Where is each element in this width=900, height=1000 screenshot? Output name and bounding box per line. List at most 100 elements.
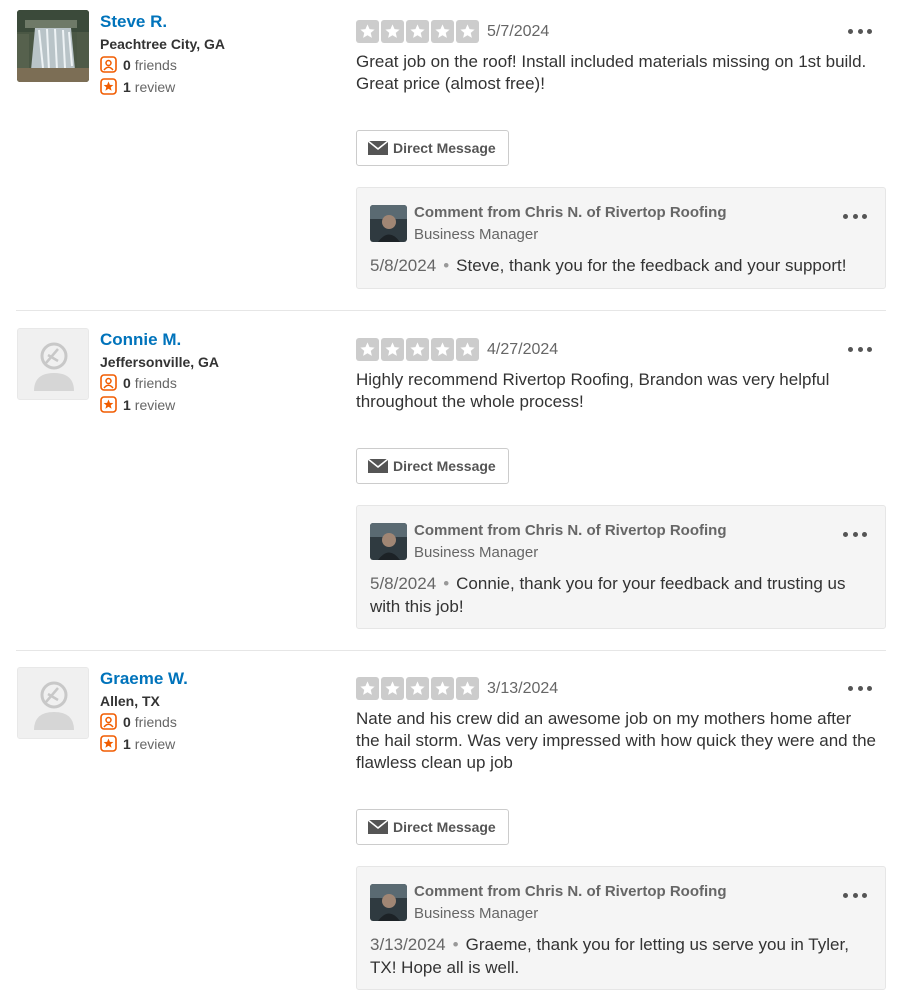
user-location: Peachtree City, GA: [100, 36, 226, 52]
friends-icon: [100, 374, 117, 391]
reviews-stat: 1 review: [100, 78, 175, 95]
comment-date: 5/8/2024: [370, 256, 437, 275]
review-star-icon: [100, 396, 117, 413]
reviews-label: review: [134, 78, 176, 95]
star-icon: [356, 338, 379, 361]
business-owner-avatar[interactable]: [370, 884, 407, 921]
review-date: 3/13/2024: [487, 680, 559, 697]
direct-message-label: Direct Message: [393, 458, 496, 474]
direct-message-button[interactable]: Direct Message: [356, 130, 509, 166]
business-comment: Comment from Chris N. of Rivertop Roofin…: [356, 866, 886, 990]
friends-icon: [100, 56, 117, 73]
direct-message-button[interactable]: Direct Message: [356, 448, 509, 484]
dot-separator: •: [443, 574, 450, 593]
reviews-count: 1: [123, 735, 131, 752]
comment-role: Business Manager: [414, 226, 539, 243]
comment-date: 5/8/2024: [370, 574, 437, 593]
review-star-icon: [100, 735, 117, 752]
star-icon: [456, 20, 479, 43]
friends-stat: 0 friends: [100, 56, 177, 73]
star-icon: [381, 338, 404, 361]
comment-role: Business Manager: [414, 905, 539, 922]
review-text: Nate and his crew did an awesome job on …: [356, 709, 876, 772]
reviews-count: 1: [123, 396, 131, 413]
review-star-icon: [100, 78, 117, 95]
star-icon: [381, 677, 404, 700]
user-location: Jeffersonville, GA: [100, 354, 220, 370]
more-options-icon[interactable]: [843, 527, 867, 541]
comment-body: 5/8/2024 • Steve, thank you for the feedba…: [370, 254, 870, 277]
review-text: Great job on the roof! Install included …: [356, 52, 867, 93]
business-comment: Comment from Chris N. of Rivertop Roofin…: [356, 505, 886, 629]
comment-role: Business Manager: [414, 544, 539, 561]
review-divider: [16, 310, 886, 311]
envelope-icon: [368, 141, 388, 155]
star-rating: [356, 338, 479, 361]
more-options-icon[interactable]: [843, 888, 867, 902]
more-options-icon[interactable]: [848, 342, 872, 356]
envelope-icon: [368, 459, 388, 473]
more-options-icon[interactable]: [848, 681, 872, 695]
reviews-stat: 1 review: [100, 396, 175, 413]
more-options-icon[interactable]: [843, 209, 867, 223]
user-name[interactable]: Connie M.: [100, 330, 181, 350]
review-divider: [16, 650, 886, 651]
comment-text: Steve, thank you for the feedback and yo…: [456, 256, 847, 275]
star-icon: [406, 677, 429, 700]
friends-stat: 0 friends: [100, 713, 177, 730]
friends-label: friends: [134, 56, 177, 73]
waterfall-photo-icon: [17, 10, 89, 82]
friends-count: 0: [123, 374, 131, 391]
reviews-stat: 1 review: [100, 735, 175, 752]
comment-body: 5/8/2024 • Connie, thank you for your feed…: [370, 572, 870, 618]
star-rating: [356, 20, 479, 43]
direct-message-button[interactable]: Direct Message: [356, 809, 509, 845]
comment-text: Connie, thank you for your feedback and …: [370, 574, 846, 616]
star-icon: [406, 20, 429, 43]
user-name[interactable]: Graeme W.: [100, 669, 188, 689]
comment-title: Comment from Chris N. of Rivertop Roofin…: [414, 522, 727, 539]
default-avatar-icon: [34, 681, 74, 730]
default-avatar-icon: [34, 342, 74, 391]
user-avatar[interactable]: [17, 10, 89, 82]
star-icon: [431, 677, 454, 700]
star-icon: [456, 338, 479, 361]
review-date: 5/7/2024: [487, 23, 550, 40]
star-icon: [456, 677, 479, 700]
dot-separator: •: [443, 256, 450, 275]
envelope-icon: [368, 820, 388, 834]
star-icon: [431, 20, 454, 43]
dot-separator: •: [452, 935, 459, 954]
business-owner-avatar[interactable]: [370, 205, 407, 242]
star-icon: [431, 338, 454, 361]
business-owner-avatar[interactable]: [370, 523, 407, 560]
comment-title: Comment from Chris N. of Rivertop Roofin…: [414, 883, 727, 900]
star-icon: [356, 20, 379, 43]
more-options-icon[interactable]: [848, 24, 872, 38]
friends-icon: [100, 713, 117, 730]
star-icon: [381, 20, 404, 43]
comment-body: 3/13/2024 • Graeme, thank you for letting …: [370, 933, 870, 979]
direct-message-label: Direct Message: [393, 819, 496, 835]
reviews-label: review: [134, 735, 176, 752]
user-avatar[interactable]: [17, 667, 89, 739]
friends-count: 0: [123, 713, 131, 730]
friends-count: 0: [123, 56, 131, 73]
star-icon: [356, 677, 379, 700]
friends-label: friends: [134, 713, 177, 730]
friends-stat: 0 friends: [100, 374, 177, 391]
user-name[interactable]: Steve R.: [100, 12, 167, 32]
star-icon: [406, 338, 429, 361]
friends-label: friends: [134, 374, 177, 391]
comment-date: 3/13/2024: [370, 935, 446, 954]
business-comment: Comment from Chris N. of Rivertop Roofin…: [356, 187, 886, 289]
user-location: Allen, TX: [100, 693, 160, 709]
review-date: 4/27/2024: [487, 341, 559, 358]
reviews-label: review: [134, 396, 176, 413]
comment-title: Comment from Chris N. of Rivertop Roofin…: [414, 204, 727, 221]
star-rating: [356, 677, 479, 700]
review-text: Highly recommend Rivertop Roofing, Brand…: [356, 370, 830, 411]
direct-message-label: Direct Message: [393, 140, 496, 156]
user-avatar[interactable]: [17, 328, 89, 400]
reviews-count: 1: [123, 78, 131, 95]
